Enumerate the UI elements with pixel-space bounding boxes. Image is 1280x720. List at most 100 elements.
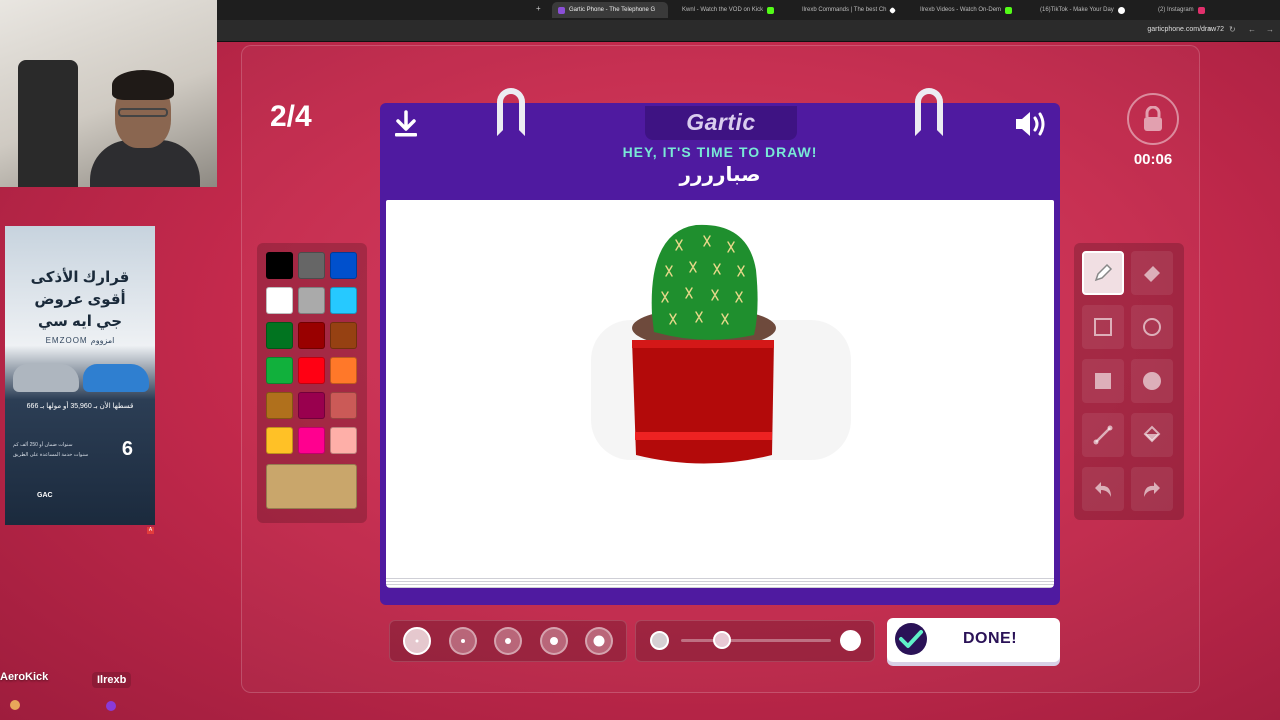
- tab-commands[interactable]: Ilrexb Commands | The best Ch: [796, 2, 904, 18]
- url-text[interactable]: garticphone.com/draw72: [1147, 26, 1224, 33]
- done-label: DONE!: [963, 630, 1018, 647]
- ad-car-blue: [83, 364, 149, 392]
- fill-bucket-tool[interactable]: [1131, 413, 1173, 457]
- ad-info-icon[interactable]: A: [147, 527, 154, 534]
- ellipse-filled-tool[interactable]: [1131, 359, 1173, 403]
- size-dot: [593, 635, 605, 647]
- forward-icon[interactable]: →: [1266, 25, 1274, 34]
- eraser-icon: [1144, 266, 1160, 282]
- ad-price: قسطها الأن بـ 35,960 أو مولها بـ 666: [26, 403, 134, 410]
- rectangle-outline-tool[interactable]: [1082, 305, 1124, 349]
- brush-size-2[interactable]: [449, 627, 477, 655]
- kick-favicon-icon: [1005, 6, 1013, 14]
- size-dot: [415, 639, 419, 643]
- brush-size-1[interactable]: [403, 627, 431, 655]
- tab-title: Ilrexb Commands | The best Ch: [802, 7, 887, 13]
- opacity-slider-thumb[interactable]: [712, 631, 731, 649]
- undo-button[interactable]: [1082, 467, 1124, 511]
- size-dot: [550, 637, 558, 645]
- color-swatch[interactable]: [298, 322, 325, 349]
- prompt-subject: صبارررر: [679, 164, 761, 186]
- chatter-avatar: [106, 701, 116, 711]
- size-dot: [505, 638, 511, 644]
- brush-size-5[interactable]: [585, 627, 613, 655]
- undo-icon: [1095, 482, 1111, 497]
- download-icon: [395, 110, 417, 137]
- ellipse-filled-icon: [1143, 372, 1161, 390]
- tab-gartic-phone[interactable]: Gartic Phone - The Telephone G: [552, 2, 668, 18]
- rectangle-outline-icon: [1094, 318, 1112, 336]
- reload-icon[interactable]: ↻: [1229, 25, 1236, 34]
- tab-title: (16)TikTok - Make Your Day: [1040, 7, 1114, 13]
- color-swatch[interactable]: [330, 427, 357, 454]
- notebook-ring-right: [915, 88, 943, 136]
- color-swatch[interactable]: [330, 322, 357, 349]
- color-swatch[interactable]: [298, 392, 325, 419]
- notebook-ring-left: [497, 88, 525, 136]
- color-swatch[interactable]: [298, 252, 325, 279]
- pot-body: [632, 340, 774, 464]
- chatter-name: Ilrexb: [92, 672, 132, 688]
- color-swatch[interactable]: [298, 357, 325, 384]
- tab-tiktok[interactable]: (16)TikTok - Make Your Day: [1034, 2, 1142, 18]
- rectangle-filled-tool[interactable]: [1082, 359, 1124, 403]
- color-palette: [257, 243, 367, 523]
- tab-videos[interactable]: Ilrexb Videos - Watch On-Dem: [914, 2, 1022, 18]
- ad-headline-3: جي ايه سي: [37, 313, 123, 330]
- check-icon: [895, 623, 927, 655]
- line-tool[interactable]: [1082, 413, 1124, 457]
- color-swatch[interactable]: [266, 427, 293, 454]
- color-swatch[interactable]: [298, 287, 325, 314]
- tiktok-favicon-icon: [1117, 6, 1125, 14]
- new-tab-icon[interactable]: +: [536, 4, 541, 13]
- tab-kick-vod[interactable]: Kwnl - Watch the VOD on Kick: [676, 2, 784, 18]
- brush-size-4[interactable]: [540, 627, 568, 655]
- ellipse-outline-icon: [1143, 318, 1161, 336]
- back-icon[interactable]: ←: [1248, 25, 1256, 34]
- redo-icon: [1144, 482, 1160, 497]
- speaker-icon: [1016, 112, 1045, 136]
- pencil-icon: [1094, 263, 1113, 282]
- tune-icon[interactable]: ≡: [1207, 25, 1212, 34]
- color-swatch[interactable]: [266, 322, 293, 349]
- tool-panel: [1074, 243, 1184, 520]
- gartic-favicon-icon: [558, 6, 565, 14]
- tab-title: Gartic Phone - The Telephone G: [569, 7, 656, 13]
- tab-title: Ilrexb Videos - Watch On-Dem: [920, 7, 1002, 13]
- color-swatch[interactable]: [266, 287, 293, 314]
- color-swatch[interactable]: [330, 357, 357, 384]
- rectangle-filled-icon: [1095, 373, 1111, 389]
- size-dot: [461, 639, 465, 643]
- done-button[interactable]: DONE!: [887, 618, 1060, 662]
- ad-headline-1: قرارك الأذكى: [30, 269, 130, 286]
- opacity-max-icon: [840, 630, 861, 651]
- cactus-drawing: [591, 224, 851, 464]
- pencil-tool[interactable]: [1082, 251, 1124, 295]
- ad-service-text: سنوات خدمة المساعدة على الطريق: [13, 452, 89, 458]
- color-swatch[interactable]: [266, 252, 293, 279]
- opacity-slider-track[interactable]: [681, 639, 831, 642]
- color-swatch[interactable]: [298, 427, 325, 454]
- gartic-logo: Gartic: [686, 109, 756, 135]
- webcam-chair: [18, 60, 78, 187]
- sound-button[interactable]: [1014, 110, 1048, 143]
- instagram-favicon-icon: [1197, 6, 1205, 14]
- sponsor-ad-banner[interactable]: قرارك الأذكى أقوى عروض جي ايه سي EMZOOM …: [5, 226, 155, 525]
- current-color-picker[interactable]: [266, 464, 357, 509]
- color-swatch[interactable]: [266, 392, 293, 419]
- ellipse-outline-tool[interactable]: [1131, 305, 1173, 349]
- ad-warranty-years: 6: [121, 438, 133, 460]
- download-button[interactable]: [393, 110, 419, 143]
- color-swatch[interactable]: [330, 252, 357, 279]
- redo-button[interactable]: [1131, 467, 1173, 511]
- color-swatch[interactable]: [330, 392, 357, 419]
- eraser-tool[interactable]: [1131, 251, 1173, 295]
- color-swatch[interactable]: [266, 357, 293, 384]
- brush-size-3[interactable]: [494, 627, 522, 655]
- tab-title: Kwnl - Watch the VOD on Kick: [682, 7, 764, 13]
- lock-button[interactable]: [1127, 93, 1179, 145]
- color-swatch[interactable]: [330, 287, 357, 314]
- drawing-canvas[interactable]: [386, 200, 1054, 578]
- chatter-name: AeroKick: [0, 671, 49, 683]
- tab-instagram[interactable]: (2) Instagram: [1152, 2, 1260, 18]
